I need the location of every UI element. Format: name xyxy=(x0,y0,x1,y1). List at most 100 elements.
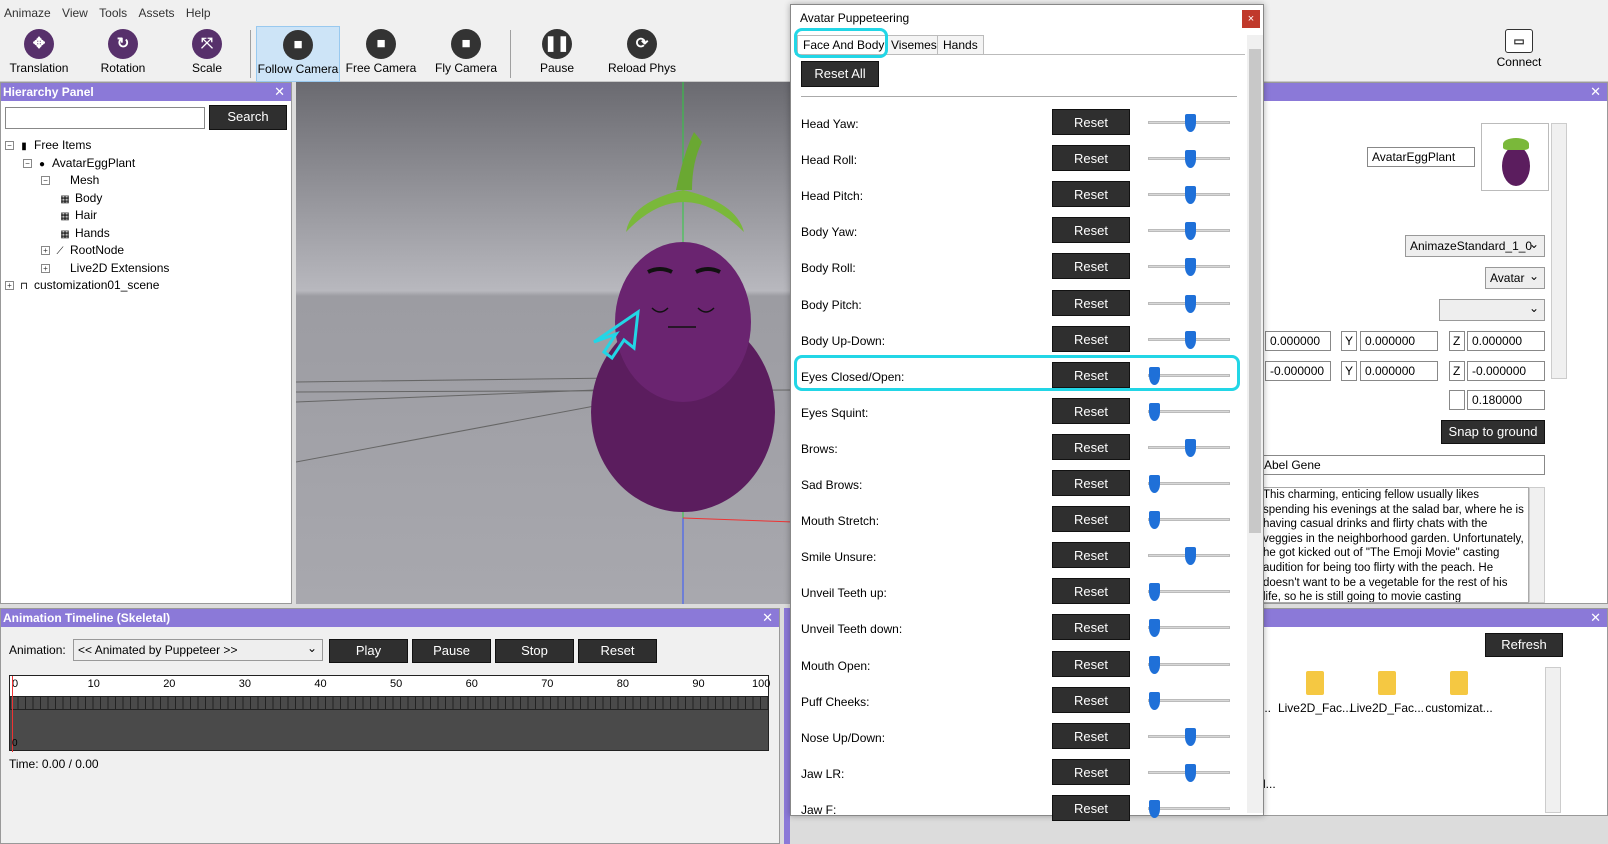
reset-button[interactable]: Reset xyxy=(1052,722,1130,749)
avatar-name-field[interactable]: AvatarEggPlant xyxy=(1367,147,1475,167)
reset-button[interactable]: Reset xyxy=(1052,794,1130,821)
description-text[interactable]: This charming, enticing fellow usually l… xyxy=(1263,487,1529,603)
tree-item[interactable]: − ● AvatarEggPlant xyxy=(1,155,289,173)
snap-to-ground-button[interactable]: Snap to ground xyxy=(1441,420,1545,444)
assets-scrollbar[interactable] xyxy=(1545,667,1561,813)
empty-select[interactable] xyxy=(1439,298,1545,321)
slider-thumb[interactable] xyxy=(1149,799,1160,818)
scale-button[interactable]: ⤧ Scale xyxy=(172,26,242,82)
rotation-z-field[interactable]: -0.000000 xyxy=(1467,361,1545,381)
slider-thumb[interactable] xyxy=(1185,114,1196,132)
reset-button[interactable]: Reset xyxy=(1052,289,1130,316)
reset-all-button[interactable]: Reset All xyxy=(801,61,879,87)
timeline-scale[interactable]: 0 10 20 30 40 50 60 70 80 90 100 0 xyxy=(9,675,770,752)
slider-thumb[interactable] xyxy=(1185,547,1196,566)
type-select[interactable]: Avatar xyxy=(1485,266,1545,289)
tree-item[interactable]: ▦ Hair xyxy=(1,207,289,225)
slider-thumb[interactable] xyxy=(1185,294,1196,313)
puppet-slider[interactable] xyxy=(1148,511,1230,530)
position-x-field[interactable]: 0.000000 xyxy=(1265,331,1331,351)
position-y-field[interactable]: 0.000000 xyxy=(1360,331,1438,351)
menu-help[interactable]: Help xyxy=(182,0,215,20)
tree-item[interactable]: − Mesh xyxy=(1,172,289,190)
position-z-field[interactable]: 0.000000 xyxy=(1467,331,1545,351)
pause-button[interactable]: ❚❚ Pause xyxy=(524,26,590,82)
reset-button[interactable]: Reset xyxy=(1052,217,1130,244)
tab-hands[interactable]: Hands xyxy=(937,35,984,55)
reset-button[interactable]: Reset xyxy=(1052,614,1130,641)
reset-button[interactable]: Reset xyxy=(1052,686,1130,713)
reset-button[interactable]: Reset xyxy=(1052,506,1130,533)
menu-assets[interactable]: Assets xyxy=(135,0,179,20)
slider-thumb[interactable] xyxy=(1185,438,1196,457)
puppet-slider[interactable] xyxy=(1148,402,1230,421)
asset-folder[interactable]: customizat... xyxy=(1419,671,1499,715)
reset-button[interactable]: Reset xyxy=(1052,253,1130,280)
tree-item[interactable]: − ▮ Free Items xyxy=(1,137,289,155)
slider-thumb[interactable] xyxy=(1149,619,1160,638)
rotation-x-field[interactable]: -0.000000 xyxy=(1265,361,1331,381)
tree-item[interactable]: ▦ Body xyxy=(1,190,289,208)
menu-tools[interactable]: Tools xyxy=(95,0,131,20)
reload-phys-button[interactable]: ⟳ Reload Phys xyxy=(604,26,680,82)
play-button[interactable]: Play xyxy=(329,639,408,663)
slider-thumb[interactable] xyxy=(1185,727,1196,746)
close-icon[interactable]: ✕ xyxy=(274,83,285,101)
slider-thumb[interactable] xyxy=(1149,583,1160,602)
reset-button[interactable]: Reset xyxy=(1052,181,1130,208)
refresh-button[interactable]: Refresh xyxy=(1485,633,1563,657)
slider-thumb[interactable] xyxy=(1149,475,1160,493)
puppet-slider[interactable] xyxy=(1148,763,1230,782)
stop-button[interactable]: Stop xyxy=(495,639,574,663)
animation-select[interactable]: << Animated by Puppeteer >> xyxy=(73,638,323,661)
slider-thumb[interactable] xyxy=(1185,222,1196,241)
puppet-slider[interactable] xyxy=(1148,258,1230,277)
asset-folder[interactable]: Live2D_Fac... xyxy=(1275,671,1355,715)
puppeteering-scrollbar[interactable] xyxy=(1247,35,1263,813)
slider-thumb[interactable] xyxy=(1149,402,1160,421)
puppet-slider[interactable] xyxy=(1148,150,1230,169)
reset-button[interactable]: Reset xyxy=(1052,433,1130,460)
puppet-slider[interactable] xyxy=(1148,330,1230,349)
description-scrollbar[interactable] xyxy=(1529,487,1545,603)
slider-thumb[interactable] xyxy=(1185,763,1196,782)
menu-view[interactable]: View xyxy=(58,0,92,20)
reset-button[interactable]: Reset xyxy=(1052,109,1130,135)
close-icon[interactable]: × xyxy=(1242,10,1260,28)
reset-button[interactable]: Reset xyxy=(1052,470,1130,496)
close-icon[interactable]: ✕ xyxy=(1590,609,1601,627)
puppet-slider[interactable] xyxy=(1148,222,1230,241)
search-input[interactable] xyxy=(5,107,205,129)
slider-thumb[interactable] xyxy=(1185,150,1196,169)
properties-scrollbar[interactable] xyxy=(1551,123,1567,379)
rotation-button[interactable]: ↻ Rotation xyxy=(88,26,158,82)
pause-timeline-button[interactable]: Pause xyxy=(412,639,491,663)
tree-item[interactable]: + ⊓ customization01_scene xyxy=(1,277,289,295)
reset-button[interactable]: Reset xyxy=(1052,650,1130,677)
puppet-slider[interactable] xyxy=(1148,619,1230,638)
slider-thumb[interactable] xyxy=(1149,511,1160,530)
standard-select[interactable]: AnimazeStandard_1_0 xyxy=(1405,234,1545,257)
tree-item[interactable]: ▦ Hands xyxy=(1,225,289,243)
asset-item[interactable]: l... xyxy=(1263,777,1276,791)
scale-field[interactable]: 0.180000 xyxy=(1467,390,1545,410)
tree-item[interactable]: + ⟋ RootNode xyxy=(1,242,289,260)
puppet-slider[interactable] xyxy=(1148,583,1230,602)
puppet-slider[interactable] xyxy=(1148,799,1230,818)
slider-thumb[interactable] xyxy=(1149,691,1160,710)
puppet-slider[interactable] xyxy=(1148,438,1230,457)
scale-lock-box[interactable] xyxy=(1449,390,1465,410)
search-button[interactable]: Search xyxy=(209,105,287,130)
reset-timeline-button[interactable]: Reset xyxy=(578,639,657,663)
reset-button[interactable]: Reset xyxy=(1052,397,1130,424)
connect-button[interactable]: ▭ Connect xyxy=(1488,26,1550,82)
puppet-slider[interactable] xyxy=(1148,655,1230,674)
puppet-slider[interactable] xyxy=(1148,547,1230,566)
puppet-slider[interactable] xyxy=(1148,186,1230,205)
puppet-slider[interactable] xyxy=(1148,475,1230,493)
slider-thumb[interactable] xyxy=(1185,330,1196,349)
puppet-slider[interactable] xyxy=(1148,294,1230,313)
reset-button[interactable]: Reset xyxy=(1052,325,1130,352)
rotation-y-field[interactable]: 0.000000 xyxy=(1360,361,1438,381)
slider-thumb[interactable] xyxy=(1149,655,1160,674)
